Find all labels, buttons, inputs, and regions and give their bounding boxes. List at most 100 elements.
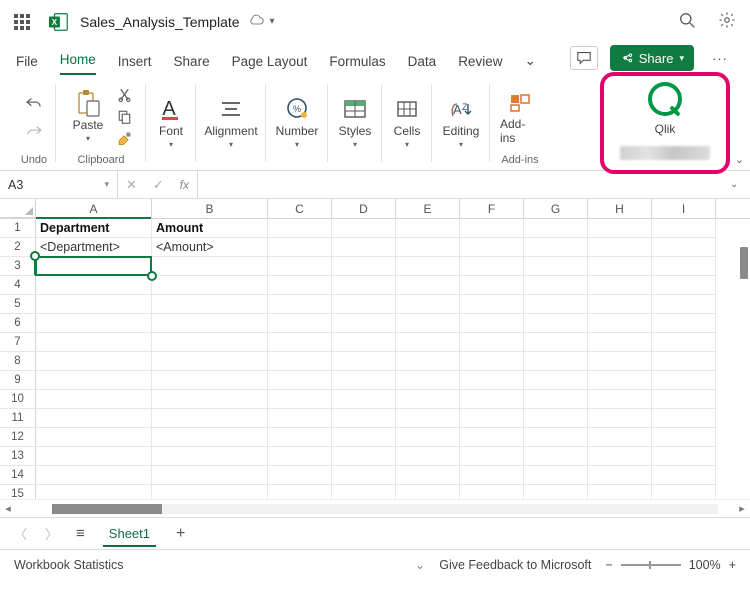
cell[interactable]: [460, 409, 524, 428]
alignment-button[interactable]: Alignment▾: [200, 94, 261, 151]
cell[interactable]: [152, 485, 268, 499]
copy-icon[interactable]: [115, 108, 133, 126]
cell[interactable]: [588, 447, 652, 466]
qlik-label[interactable]: Qlik: [655, 122, 676, 136]
cell[interactable]: [268, 428, 332, 447]
menu-formulas[interactable]: Formulas: [329, 54, 385, 75]
row-header[interactable]: 4: [0, 276, 36, 295]
row-header[interactable]: 8: [0, 352, 36, 371]
cell[interactable]: [36, 295, 152, 314]
cell[interactable]: [460, 257, 524, 276]
cell[interactable]: [396, 390, 460, 409]
col-header-E[interactable]: E: [396, 199, 460, 218]
cell[interactable]: [36, 276, 152, 295]
row-header[interactable]: 12: [0, 428, 36, 447]
cell[interactable]: [588, 485, 652, 499]
cell[interactable]: [652, 238, 716, 257]
cell[interactable]: Department: [36, 219, 152, 238]
cell[interactable]: [460, 276, 524, 295]
cell[interactable]: [268, 314, 332, 333]
cell[interactable]: [268, 447, 332, 466]
fx-icon[interactable]: fx: [180, 178, 189, 192]
cell[interactable]: [36, 466, 152, 485]
row-header[interactable]: 2: [0, 238, 36, 257]
cell[interactable]: [36, 485, 152, 499]
app-launcher-icon[interactable]: [14, 14, 30, 30]
cell[interactable]: [588, 238, 652, 257]
cell[interactable]: [652, 428, 716, 447]
styles-button[interactable]: Styles▾: [335, 94, 376, 151]
cell[interactable]: [36, 257, 152, 276]
cell[interactable]: [36, 409, 152, 428]
cell[interactable]: [332, 276, 396, 295]
cell[interactable]: [396, 295, 460, 314]
cell[interactable]: [396, 371, 460, 390]
cell[interactable]: [332, 485, 396, 499]
cell[interactable]: [524, 314, 588, 333]
scroll-right-icon[interactable]: ▸: [734, 502, 750, 515]
cell[interactable]: [36, 371, 152, 390]
menu-home[interactable]: Home: [60, 52, 96, 75]
cell[interactable]: [268, 219, 332, 238]
cell[interactable]: [152, 276, 268, 295]
cell[interactable]: [332, 314, 396, 333]
cell[interactable]: [588, 219, 652, 238]
cell[interactable]: [332, 219, 396, 238]
scroll-left-icon[interactable]: ◂: [0, 502, 16, 515]
col-header-H[interactable]: H: [588, 199, 652, 218]
row-header[interactable]: 7: [0, 333, 36, 352]
horizontal-scrollbar[interactable]: ◂ ▸: [0, 499, 750, 517]
row-header[interactable]: 13: [0, 447, 36, 466]
cell[interactable]: [460, 485, 524, 499]
cell[interactable]: [652, 466, 716, 485]
cell[interactable]: [268, 295, 332, 314]
cell[interactable]: [152, 314, 268, 333]
zoom-in-button[interactable]: +: [729, 558, 736, 572]
menu-page-layout[interactable]: Page Layout: [232, 54, 308, 75]
cell[interactable]: [588, 314, 652, 333]
col-header-D[interactable]: D: [332, 199, 396, 218]
menu-file[interactable]: File: [16, 54, 38, 75]
cell[interactable]: [460, 390, 524, 409]
cell[interactable]: [332, 371, 396, 390]
cell[interactable]: [268, 238, 332, 257]
paste-button[interactable]: Paste ▾: [69, 88, 108, 145]
cell[interactable]: [588, 333, 652, 352]
cell[interactable]: [524, 276, 588, 295]
cell[interactable]: [652, 371, 716, 390]
cell[interactable]: [268, 333, 332, 352]
menu-review[interactable]: Review: [458, 54, 502, 75]
comments-button[interactable]: [570, 46, 598, 70]
zoom-slider[interactable]: [621, 564, 681, 566]
cell[interactable]: [396, 333, 460, 352]
row-header[interactable]: 1: [0, 219, 36, 238]
cell[interactable]: [396, 352, 460, 371]
cell[interactable]: [268, 466, 332, 485]
cell[interactable]: [652, 314, 716, 333]
cell[interactable]: [268, 390, 332, 409]
cell[interactable]: [652, 352, 716, 371]
cell[interactable]: [268, 257, 332, 276]
cell[interactable]: [460, 333, 524, 352]
vertical-scrollbar[interactable]: [736, 219, 750, 499]
cell[interactable]: [332, 466, 396, 485]
cell[interactable]: [332, 333, 396, 352]
addins-button[interactable]: Add-ins: [496, 87, 544, 147]
cell[interactable]: [152, 257, 268, 276]
row-header[interactable]: 5: [0, 295, 36, 314]
row-header[interactable]: 11: [0, 409, 36, 428]
cell[interactable]: [36, 390, 152, 409]
cell[interactable]: [332, 352, 396, 371]
cell[interactable]: [652, 276, 716, 295]
cell[interactable]: [36, 428, 152, 447]
cell[interactable]: [268, 409, 332, 428]
row-header[interactable]: 15: [0, 485, 36, 499]
cell[interactable]: [652, 333, 716, 352]
cut-icon[interactable]: [115, 86, 133, 104]
cell[interactable]: [652, 485, 716, 499]
cancel-formula-icon[interactable]: ✕: [126, 177, 137, 193]
row-header[interactable]: 14: [0, 466, 36, 485]
cell[interactable]: [460, 219, 524, 238]
settings-gear-icon[interactable]: [718, 11, 736, 32]
cell[interactable]: [152, 466, 268, 485]
